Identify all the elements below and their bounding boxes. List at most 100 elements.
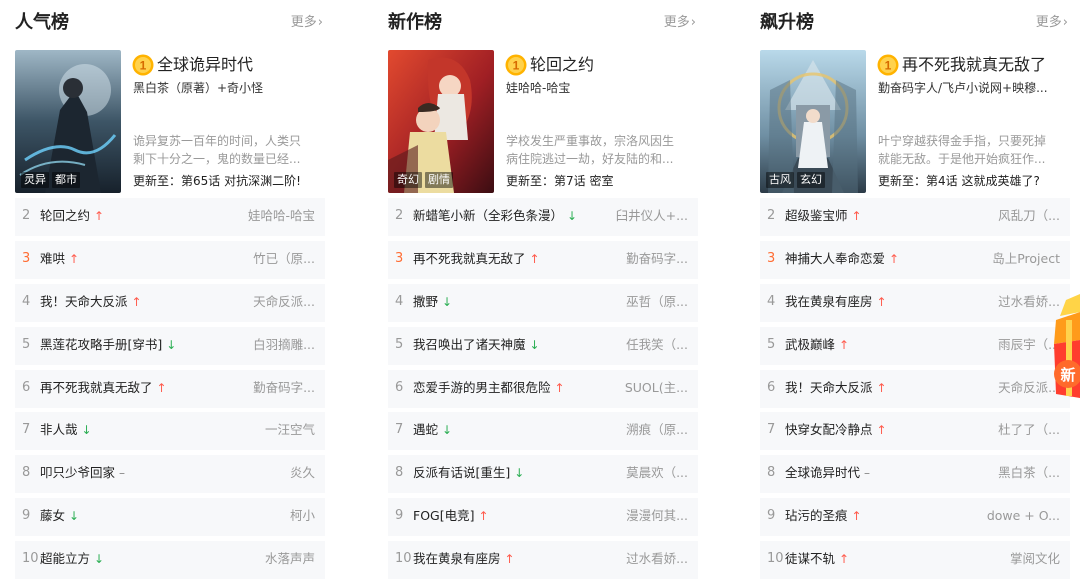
rank-title-cell[interactable]: 难哄 ↑ [40, 241, 79, 277]
rank-row[interactable]: 7 快穿女配冷静点 ↑ 杜了了（... [760, 412, 1070, 451]
rank-title-cell[interactable]: 武极巅峰 ↑ [785, 327, 849, 363]
rank-title-cell[interactable]: 我在黄泉有座房 ↑ [413, 541, 515, 577]
top-comic-update[interactable]: 更新至：第4话 这就成英雄了? [878, 173, 1070, 190]
rank-author: 炎久 [289, 465, 315, 481]
rank-row[interactable]: 10 我在黄泉有座房 ↑ 过水看娇... [388, 541, 698, 580]
more-link[interactable]: 更多› [291, 14, 323, 32]
rank-row[interactable]: 8 全球诡异时代 – 黑白茶（... [760, 455, 1070, 494]
more-link[interactable]: 更多› [1036, 14, 1068, 32]
rank-title-cell[interactable]: 恋爱手游的男主都很危险 ↑ [413, 370, 565, 406]
comic-cover[interactable]: 古风 玄幻 [760, 50, 866, 193]
rank-row[interactable]: 9 藤女 ↓ 柯小 [15, 498, 325, 537]
top-comic-update[interactable]: 更新至：第7话 密室 [506, 173, 698, 190]
trend-up-icon: ↑ [876, 423, 887, 438]
rank-row[interactable]: 3 再不死我就真无敌了 ↑ 勤奋码字... [388, 240, 698, 279]
rank-row[interactable]: 9 玷污的圣痕 ↑ dowe + O... [760, 498, 1070, 537]
top-ranked-item[interactable]: 奇幻 剧情 1 轮回之约 娃哈哈-哈宝 学校发生严重事故，宗洛风因生病住院逃过一… [388, 50, 698, 194]
rank-title: 轮回之约 [40, 208, 91, 223]
rank-title: 全球诡异时代 [785, 465, 861, 481]
rank-title-cell[interactable]: 我在黄泉有座房 ↑ [785, 284, 887, 320]
rank-row[interactable]: 4 我在黄泉有座房 ↑ 过水看娇... [760, 283, 1070, 322]
comic-cover[interactable]: 灵异 都市 [15, 50, 121, 193]
rank-row[interactable]: 2 新蜡笔小新（全彩色条漫） ↓ 臼井仪人+... [388, 198, 698, 236]
rank-title-cell[interactable]: FOG[电竞] ↑ [413, 498, 489, 534]
rank-row[interactable]: 2 轮回之约 ↑ 娃哈哈-哈宝 [15, 198, 325, 236]
rank-row[interactable]: 4 我！天命大反派 ↑ 天命反派... [15, 283, 325, 322]
more-link[interactable]: 更多› [664, 14, 696, 32]
rank-author: 柯小 [289, 508, 315, 524]
rank-row[interactable]: 5 黑莲花攻略手册[穿书] ↓ 白羽摘雕... [15, 326, 325, 365]
more-label: 更多 [1035, 15, 1062, 30]
rank-number: 4 [767, 293, 776, 309]
comic-cover[interactable]: 奇幻 剧情 [388, 50, 494, 193]
rank-author: 臼井仪人+... [615, 208, 688, 223]
rank-row[interactable]: 10 徒谋不轨 ↑ 掌阅文化 [760, 541, 1070, 580]
rank-title-cell[interactable]: 黑莲花攻略手册[穿书] ↓ [40, 327, 176, 363]
rank-row[interactable]: 4 撒野 ↓ 巫哲（原... [388, 283, 698, 322]
rank-number: 5 [395, 336, 404, 352]
rank-row[interactable]: 8 反派有话说[重生] ↓ 莫晨欢（... [388, 455, 698, 494]
rank-title-cell[interactable]: 撒野 ↓ [413, 284, 452, 320]
rank-list: 2 轮回之约 ↑ 娃哈哈-哈宝 3 难哄 ↑ 竹已（原... 4 我！天命大反派 ↑ 天命反派..… [15, 198, 325, 581]
rank-row[interactable]: 7 遇蛇 ↓ 溯痕（原... [388, 412, 698, 451]
top-comic-title[interactable]: 全球诡异时代 [157, 53, 253, 77]
rank-row[interactable]: 6 恋爱手游的男主都很危险 ↑ SUOL(主... [388, 369, 698, 408]
rank-row[interactable]: 2 超级鉴宝师 ↑ 风乱刀（... [760, 198, 1070, 236]
rank-title-cell[interactable]: 再不死我就真无敌了 ↑ [40, 370, 167, 406]
floating-gift-badge[interactable]: 新 [1052, 294, 1080, 400]
rank-number: 9 [22, 508, 31, 524]
top-comic-title[interactable]: 轮回之约 [530, 53, 594, 77]
rank-row[interactable]: 10 超能立方 ↓ 水落声声 [15, 541, 325, 580]
rank-author: 天命反派... [253, 293, 315, 309]
rank-title-cell[interactable]: 再不死我就真无敌了 ↑ [413, 241, 540, 277]
rank-title-cell[interactable]: 我！天命大反派 ↑ [40, 284, 142, 320]
rank-title-cell[interactable]: 徒谋不轨 ↑ [785, 541, 849, 577]
rank-title: 我在黄泉有座房 [785, 293, 873, 309]
trend-up-icon: ↑ [94, 209, 105, 223]
rank-author: 水落声声 [264, 551, 315, 567]
board-header: 人气榜 更多› [15, 10, 325, 36]
top-comic-update[interactable]: 更新至：第65话 对抗深渊二阶! [133, 173, 325, 190]
rank-row[interactable]: 6 再不死我就真无敌了 ↑ 勤奋码字... [15, 369, 325, 408]
rank-number: 3 [22, 250, 31, 266]
rank-title-cell[interactable]: 快穿女配冷静点 ↑ [785, 412, 887, 448]
rank-title-cell[interactable]: 全球诡异时代 – [785, 455, 870, 491]
rank-title-cell[interactable]: 遇蛇 ↓ [413, 412, 452, 448]
rank-title-cell[interactable]: 我召唤出了诸天神魔 ↓ [413, 327, 540, 363]
rank-title-cell[interactable]: 轮回之约 ↑ [40, 198, 104, 234]
rank-row[interactable]: 6 我！天命大反派 ↑ 天命反派... [760, 369, 1070, 408]
rank-title-cell[interactable]: 超级鉴宝师 ↑ [785, 198, 862, 234]
rank-author: 勤奋码字... [253, 379, 315, 395]
rank-title-cell[interactable]: 藤女 ↓ [40, 498, 79, 534]
top-comic-title[interactable]: 再不死我就真无敌了 [902, 53, 1046, 77]
rank-row[interactable]: 3 神捕大人奉命恋爱 ↑ 岛上Project [760, 240, 1070, 279]
top-ranked-item[interactable]: 灵异 都市 1 全球诡异时代 黑白茶（原著）+奇小怪 诡异复苏一百年的时间，人类… [15, 50, 325, 194]
rank-title-cell[interactable]: 反派有话说[重生] ↓ [413, 455, 524, 491]
rank-title-cell[interactable]: 非人哉 ↓ [40, 412, 92, 448]
rank-number: 8 [395, 465, 404, 481]
rank-title-cell[interactable]: 叩只少爷回家 – [40, 455, 125, 491]
ranking-board-popular: 人气榜 更多› 灵异 都市 1 全球诡异时代 黑白茶（原著）+奇小怪 诡异复苏一… [15, 0, 325, 581]
rank-title-cell[interactable]: 我！天命大反派 ↑ [785, 370, 887, 406]
rank-title-cell[interactable]: 新蜡笔小新（全彩色条漫） ↓ [413, 198, 577, 234]
rank-list: 2 新蜡笔小新（全彩色条漫） ↓ 臼井仪人+... 3 再不死我就真无敌了 ↑ 勤奋码字..… [388, 198, 698, 581]
top-ranked-item[interactable]: 古风 玄幻 1 再不死我就真无敌了 勤奋码字人/飞卢小说网+映穆... 叶宁穿越… [760, 50, 1070, 194]
rank-title: 超级鉴宝师 [785, 208, 848, 223]
rank-title: 黑莲花攻略手册[穿书] [40, 336, 163, 352]
rank-row[interactable]: 9 FOG[电竞] ↑ 漫漫何其... [388, 498, 698, 537]
rank-author: 过水看娇... [998, 293, 1060, 309]
rank-row[interactable]: 7 非人哉 ↓ 一汪空气 [15, 412, 325, 451]
rank-row[interactable]: 5 武极巅峰 ↑ 雨辰宇（... [760, 326, 1070, 365]
rank-title-cell[interactable]: 超能立方 ↓ [40, 541, 104, 577]
trend-up-icon: ↑ [554, 380, 565, 395]
rank-row[interactable]: 3 难哄 ↑ 竹已（原... [15, 240, 325, 279]
rank-row[interactable]: 8 叩只少爷回家 – 炎久 [15, 455, 325, 494]
trend-up-icon: ↑ [839, 337, 850, 352]
rank-title-cell[interactable]: 玷污的圣痕 ↑ [785, 498, 862, 534]
rank-title-cell[interactable]: 神捕大人奉命恋爱 ↑ [785, 241, 899, 277]
genre-tag: 奇幻 [394, 172, 422, 188]
rank-author: 勤奋码字... [626, 250, 688, 266]
rank-author: 一汪空气 [264, 422, 315, 438]
rank-row[interactable]: 5 我召唤出了诸天神魔 ↓ 任我笑（... [388, 326, 698, 365]
top-comic-description: 诡异复苏一百年的时间，人类只剩下十分之一，鬼的数量已经... [133, 134, 302, 166]
